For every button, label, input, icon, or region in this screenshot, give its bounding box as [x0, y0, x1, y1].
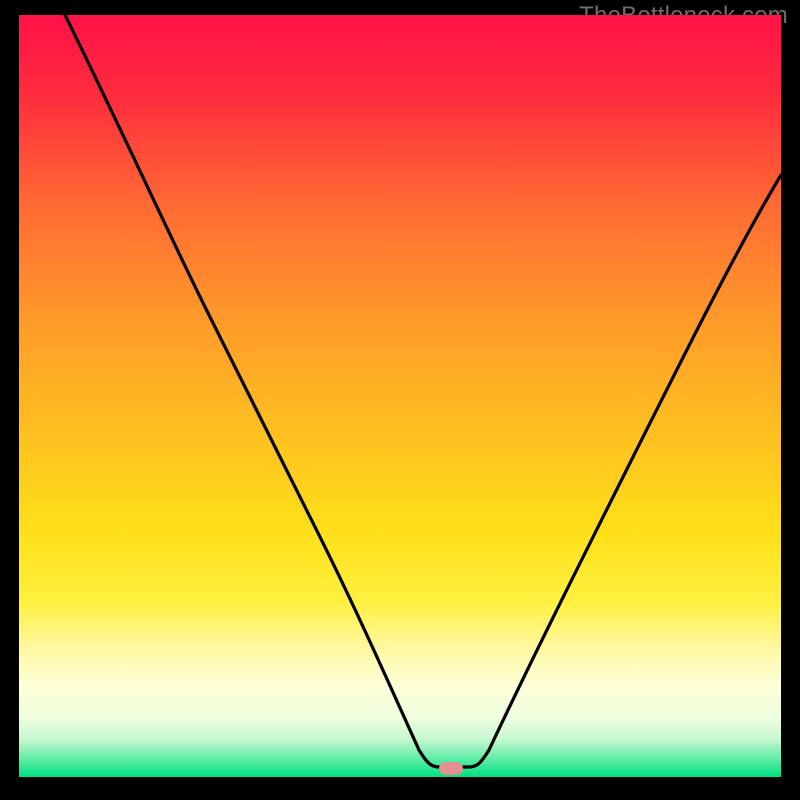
plot-area	[19, 15, 781, 777]
curve-min-marker	[439, 762, 463, 775]
gradient-background	[19, 15, 781, 777]
chart-stage: TheBottleneck.com	[0, 0, 800, 800]
plot-svg	[19, 15, 781, 777]
